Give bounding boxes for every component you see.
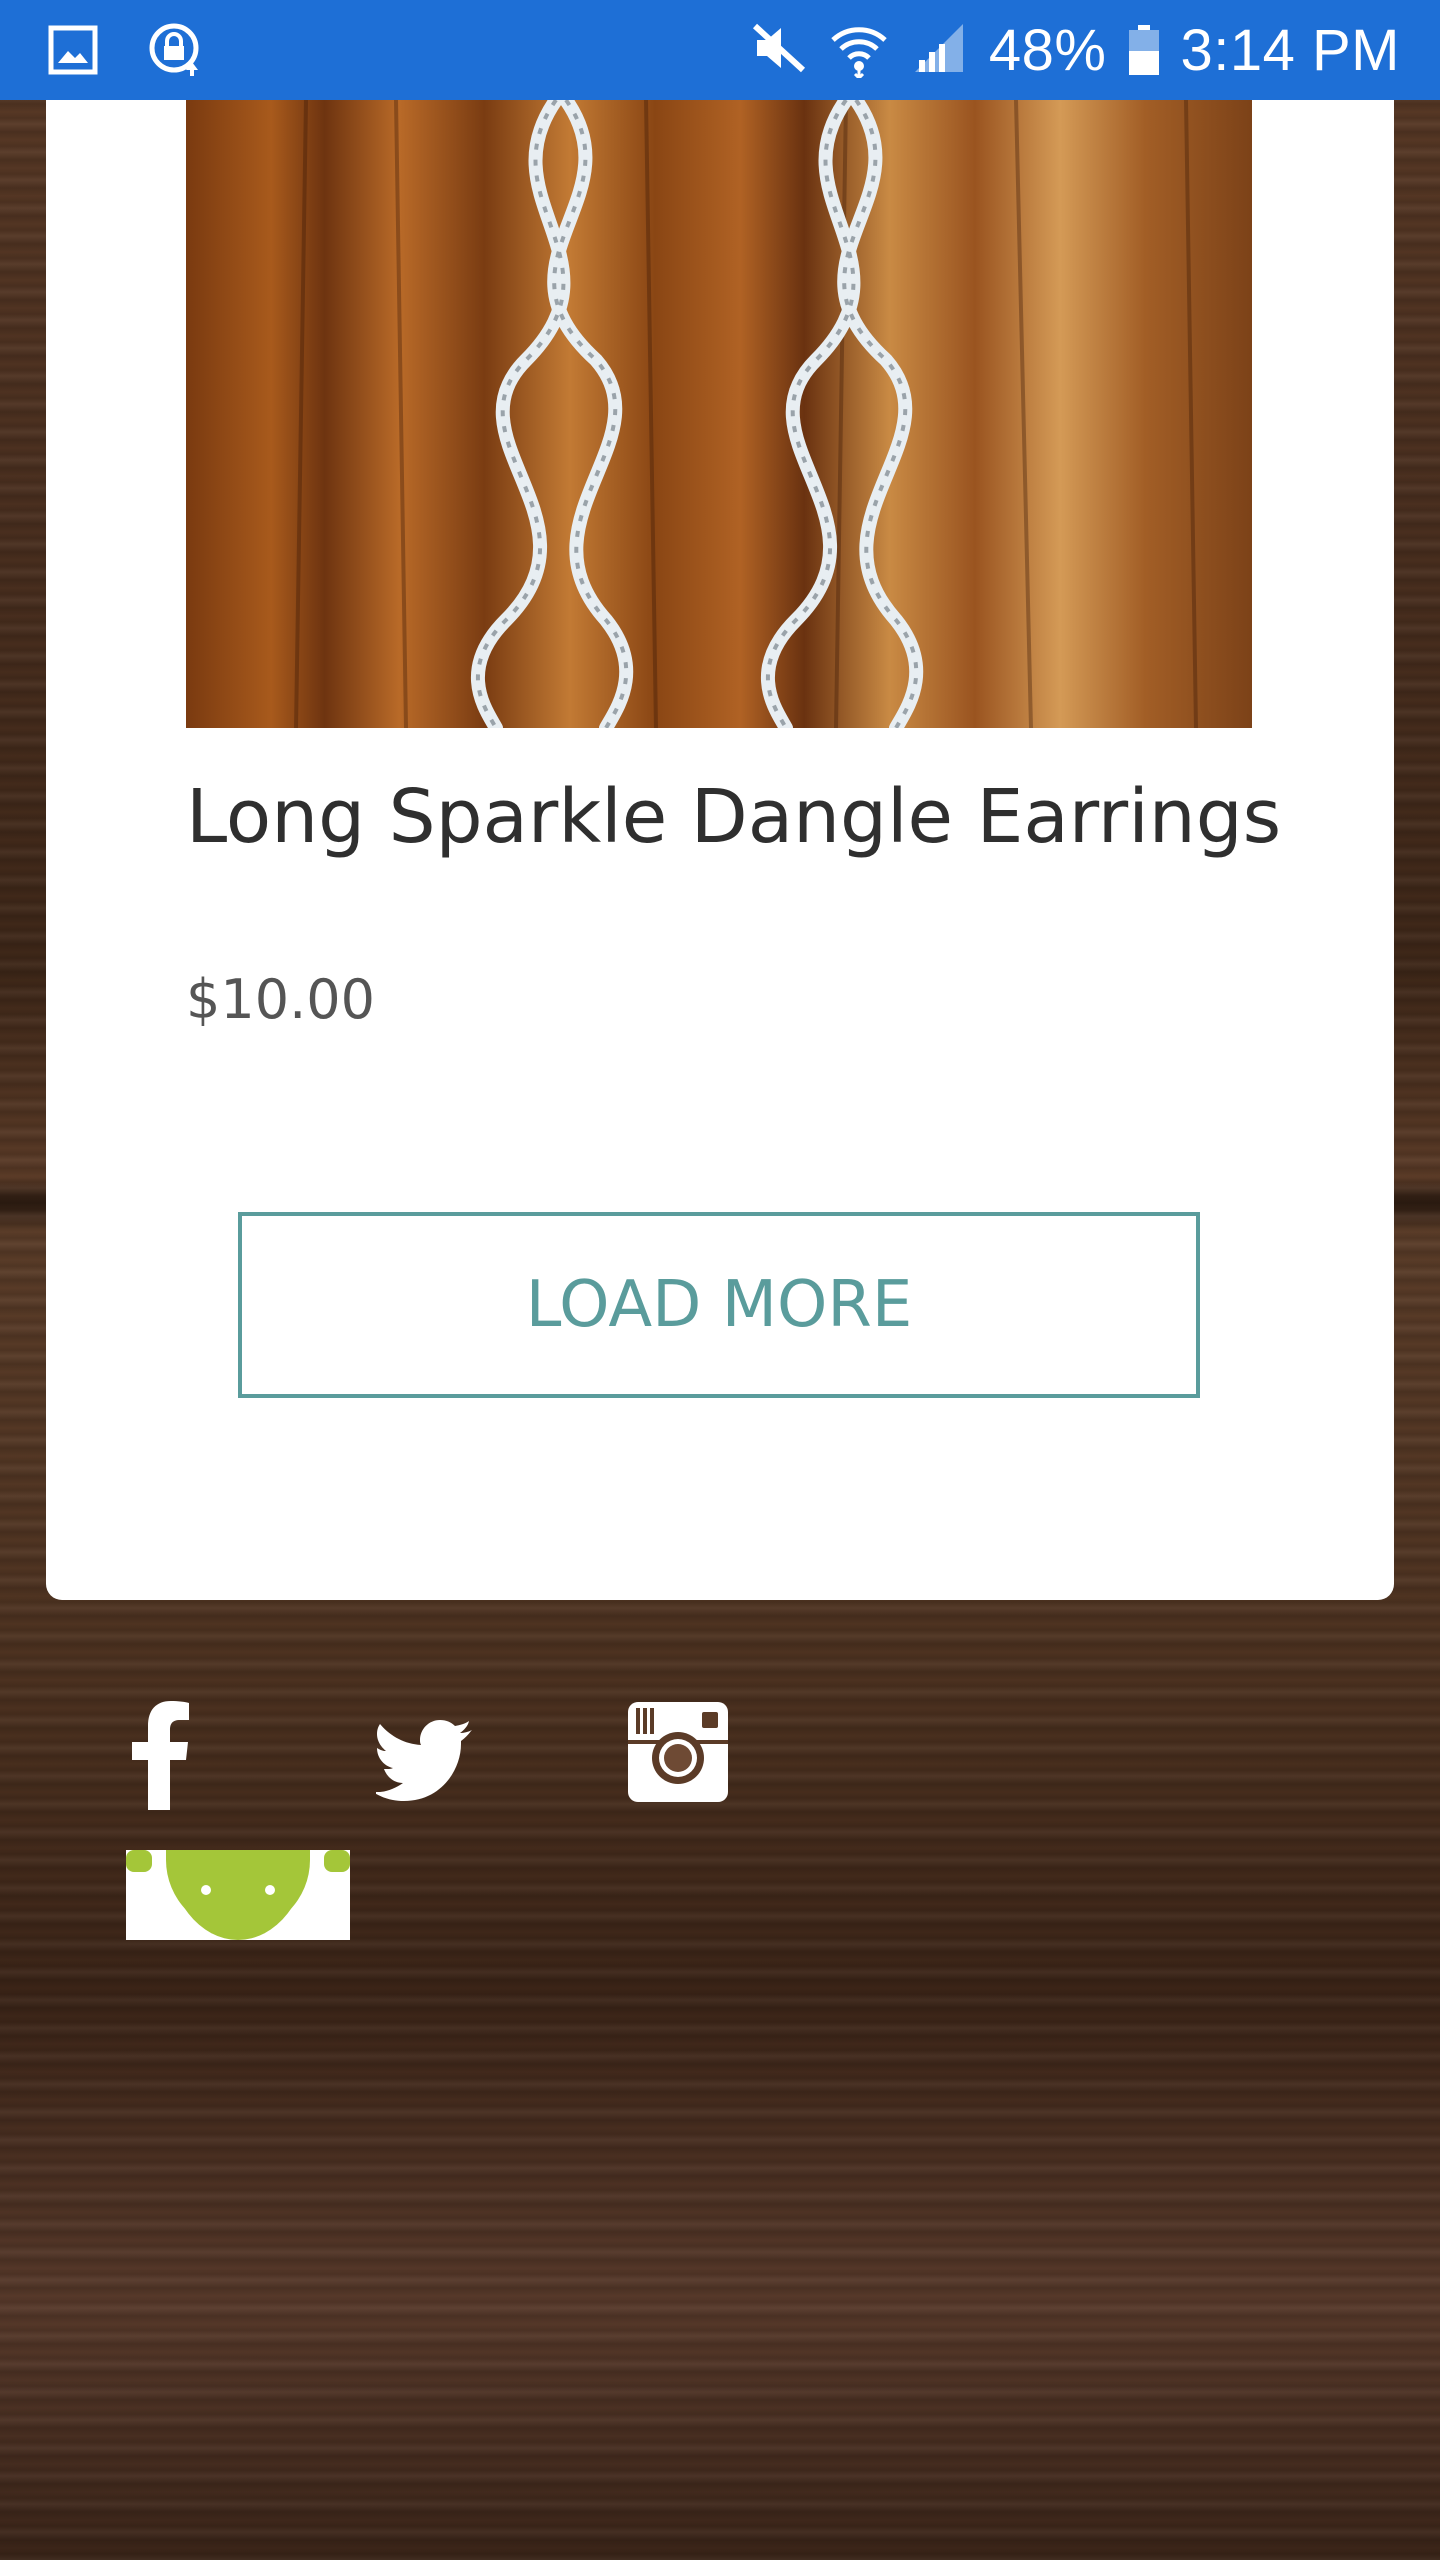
signal-icon <box>911 20 967 80</box>
clock: 3:14 PM <box>1180 17 1400 83</box>
social-links <box>126 1700 826 1810</box>
mute-icon <box>751 20 807 80</box>
android-icon <box>126 1850 350 1940</box>
status-bar: 48% 3:14 PM <box>0 0 1440 100</box>
android-badge[interactable] <box>126 1850 350 1940</box>
earrings-illustration <box>294 100 1198 728</box>
product-price: $10.00 <box>186 968 375 1031</box>
twitter-icon[interactable] <box>373 1700 486 1810</box>
load-more-button[interactable]: LOAD MORE <box>238 1212 1200 1398</box>
facebook-icon[interactable] <box>126 1700 236 1810</box>
gallery-icon <box>48 25 98 79</box>
vpn-lock-icon <box>148 22 206 82</box>
battery-icon <box>1128 25 1159 75</box>
status-left <box>48 22 206 82</box>
battery-percent: 48% <box>988 17 1107 83</box>
product-image[interactable] <box>186 100 1252 728</box>
status-right: 48% 3:14 PM <box>751 0 1400 100</box>
instagram-icon[interactable] <box>626 1700 736 1810</box>
wifi-icon <box>829 18 889 82</box>
product-title[interactable]: Long Sparkle Dangle Earrings <box>186 770 1286 864</box>
product-card: Long Sparkle Dangle Earrings $10.00 LOAD… <box>46 100 1394 1600</box>
